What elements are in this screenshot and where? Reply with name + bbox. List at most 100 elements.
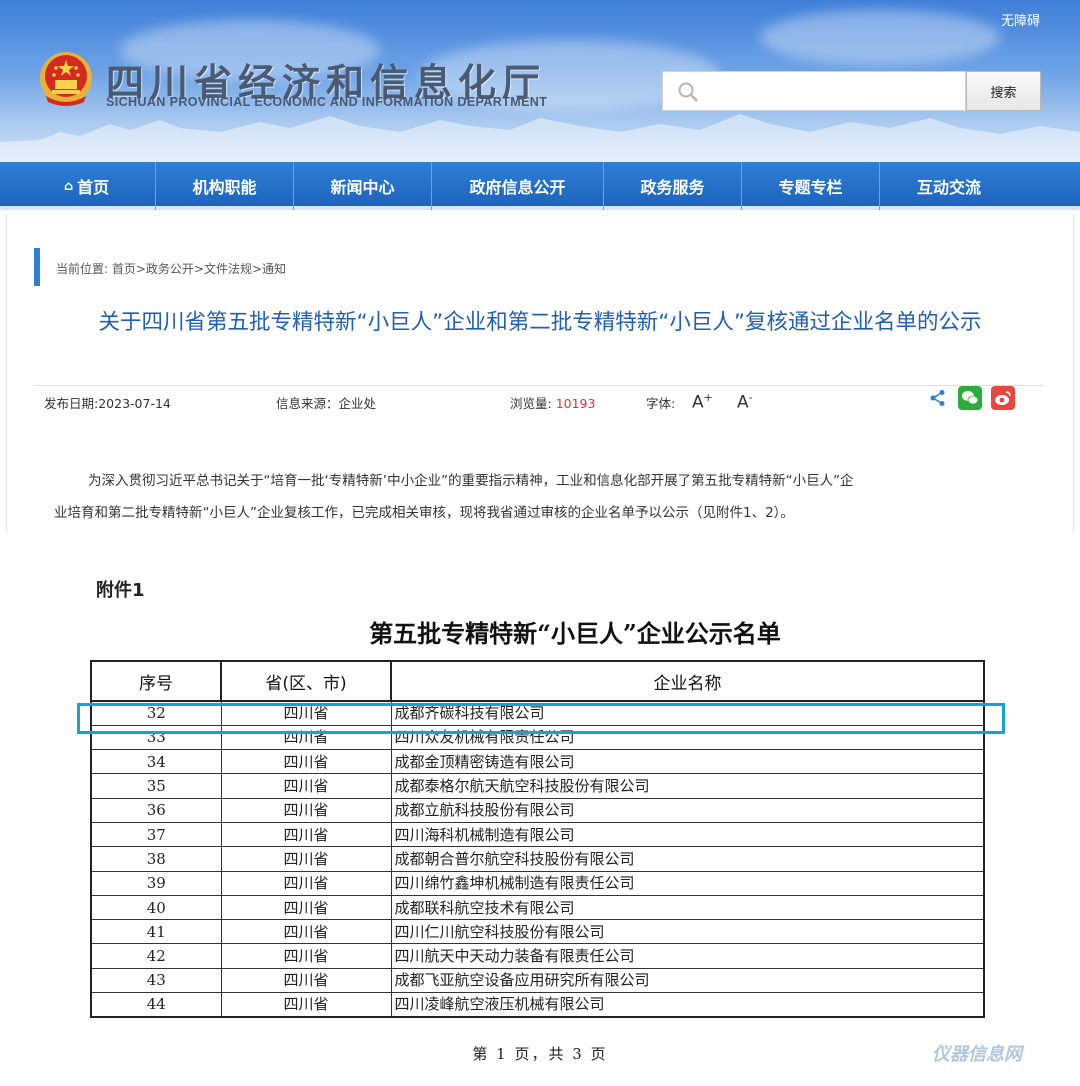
row-number: 35 [90, 773, 222, 799]
table-row: 39 四川省 四川绵竹鑫坤机械制造有限责任公司 [90, 870, 985, 896]
site-header: 无障碍 四川省经济和信息化厅 SICHUAN PROVINCIAL ECONOM… [0, 0, 1080, 162]
search-button[interactable]: 搜索 [966, 71, 1041, 111]
row-company-name: 四川航天中天动力装备有限责任公司 [390, 943, 985, 969]
row-company-name: 四川众友机械有限责任公司 [390, 724, 985, 751]
home-icon: ⌂ [63, 178, 74, 194]
row-number: 41 [90, 919, 222, 945]
site-title-english: SICHUAN PROVINCIAL ECONOMIC AND INFORMAT… [106, 95, 548, 109]
table-row: 32 四川省 成都齐碳科技有限公司 [90, 700, 985, 726]
row-company-name: 成都立航科技股份有限公司 [390, 797, 985, 823]
row-company-name: 四川绵竹鑫坤机械制造有限责任公司 [390, 870, 985, 896]
attachment-label: 附件1 [96, 580, 145, 601]
row-number: 37 [90, 821, 222, 848]
row-number: 38 [90, 846, 222, 872]
row-province: 四川省 [220, 919, 392, 945]
view-count-box: 浏览量: 10193 [510, 393, 595, 412]
table-row: 34 四川省 成都金顶精密铸造有限公司 [90, 749, 985, 775]
share-icon-glyph [930, 390, 945, 406]
row-number: 42 [90, 943, 222, 969]
row-number: 33 [90, 724, 222, 751]
table-body: 32 四川省 成都齐碳科技有限公司 33 四川省 四川众友机械有限责任公司 34 四川省 成都金… [90, 700, 985, 1018]
row-company-name: 成都泰格尔航天航空科技股份有限公司 [390, 773, 985, 799]
table-row: 37 四川省 四川海科机械制造有限公司 [90, 821, 985, 848]
nav-item-services[interactable]: 政务服务 [604, 162, 742, 210]
breadcrumb: 当前位置: 首页>政务公开>文件法规>通知 [56, 262, 287, 276]
row-company-name: 成都齐碳科技有限公司 [390, 700, 985, 726]
nav-item-home[interactable]: ⌂ 首页 [18, 162, 156, 210]
row-province: 四川省 [220, 943, 392, 969]
row-number: 44 [90, 992, 222, 1018]
row-province: 四川省 [220, 992, 392, 1018]
header-province: 省(区、市) [220, 660, 392, 702]
table-row: 43 四川省 成都飞亚航空设备应用研究所有限公司 [90, 967, 985, 994]
row-province: 四川省 [220, 749, 392, 775]
table-header-row: 序号 省(区、市) 企业名称 [90, 660, 985, 702]
table-row: 44 四川省 四川凌峰航空液压机械有限公司 [90, 992, 985, 1018]
header-cloud [760, 10, 1000, 65]
header-number: 序号 [90, 660, 222, 702]
row-number: 34 [90, 749, 222, 775]
search-input[interactable] [707, 72, 962, 110]
row-province: 四川省 [220, 821, 392, 848]
nav-item-interaction[interactable]: 互动交流 [880, 162, 1018, 210]
row-number: 32 [90, 700, 222, 726]
row-number: 40 [90, 894, 222, 921]
nav-item-functions[interactable]: 机构职能 [156, 162, 294, 210]
table-row: 40 四川省 成都联科航空技术有限公司 [90, 894, 985, 921]
view-count-label: 浏览量: [510, 396, 552, 411]
row-number: 39 [90, 870, 222, 896]
font-decrease-button[interactable]: A- [737, 391, 753, 413]
article-paragraph-line-2: 业培育和第二批专精特新“小巨人”企业复核工作，已完成相关审核，现将我省通过审核的… [54, 505, 794, 521]
skyline-decoration [0, 114, 1080, 162]
row-company-name: 成都金顶精密铸造有限公司 [390, 749, 985, 775]
document-page-footer: 第 1 页，共 3 页 [472, 1045, 608, 1063]
row-company-name: 成都朝合普尔航空科技股份有限公司 [390, 846, 985, 872]
weibo-share-icon[interactable] [991, 386, 1015, 410]
row-number: 36 [90, 797, 222, 823]
nav-item-gov-info[interactable]: 政府信息公开 [432, 162, 604, 210]
table-row: 41 四川省 四川仁川航空科技股份有限公司 [90, 919, 985, 945]
breadcrumb-accent-bar [34, 248, 40, 286]
row-company-name: 成都联科航空技术有限公司 [390, 894, 985, 921]
font-size-label: 字体: [646, 396, 676, 411]
wechat-icon [962, 391, 979, 405]
article-paragraph-line-1: 为深入贯彻习近平总书记关于“培育一批‘专精特新’中小企业”的重要指示精神，工业和… [88, 473, 854, 489]
header-company: 企业名称 [390, 660, 985, 702]
weibo-icon [995, 391, 1011, 405]
view-count: 10193 [555, 396, 596, 411]
company-list-table: 序号 省(区、市) 企业名称 32 四川省 成都齐碳科技有限公司 33 四川省 四川众友机… [90, 660, 985, 1018]
meta-divider [34, 385, 1044, 386]
document-title: 第五批专精特新“小巨人”企业公示名单 [369, 619, 781, 648]
row-number: 43 [90, 967, 222, 994]
row-province: 四川省 [220, 894, 392, 921]
table-row: 33 四川省 四川众友机械有限责任公司 [90, 724, 985, 751]
share-icon[interactable] [926, 386, 950, 410]
publish-date: 发布日期:2023-07-14 [44, 396, 171, 411]
row-province: 四川省 [220, 797, 392, 823]
national-emblem-icon [40, 52, 92, 106]
row-company-name: 四川海科机械制造有限公司 [390, 821, 985, 848]
accessibility-link[interactable]: 无障碍 [1001, 10, 1040, 29]
row-company-name: 成都飞亚航空设备应用研究所有限公司 [390, 967, 985, 994]
row-company-name: 四川仁川航空科技股份有限公司 [390, 919, 985, 945]
row-province: 四川省 [220, 967, 392, 994]
article-title: 关于四川省第五批专精特新“小巨人”企业和第二批专精特新“小巨人”复核通过企业名单… [98, 310, 982, 335]
info-source: 信息来源：企业处 [276, 396, 377, 411]
nav-item-news[interactable]: 新闻中心 [294, 162, 432, 210]
row-province: 四川省 [220, 724, 392, 751]
wechat-share-icon[interactable] [958, 386, 982, 410]
row-province: 四川省 [220, 773, 392, 799]
watermark-logo: 仪器信息网 [932, 1044, 1022, 1065]
nav-item-topics[interactable]: 专题专栏 [742, 162, 880, 210]
table-row: 38 四川省 成都朝合普尔航空科技股份有限公司 [90, 846, 985, 872]
search-icon [678, 82, 698, 102]
row-province: 四川省 [220, 846, 392, 872]
main-nav: ⌂ 首页 机构职能 新闻中心 政府信息公开 政务服务 专题专栏 互动交流 [0, 162, 1080, 210]
search-box [662, 71, 966, 111]
row-company-name: 四川凌峰航空液压机械有限公司 [390, 992, 985, 1018]
table-row: 35 四川省 成都泰格尔航天航空科技股份有限公司 [90, 773, 985, 799]
table-row: 42 四川省 四川航天中天动力装备有限责任公司 [90, 943, 985, 969]
row-province: 四川省 [220, 700, 392, 726]
font-increase-button[interactable]: A+ [692, 391, 713, 413]
row-province: 四川省 [220, 870, 392, 896]
